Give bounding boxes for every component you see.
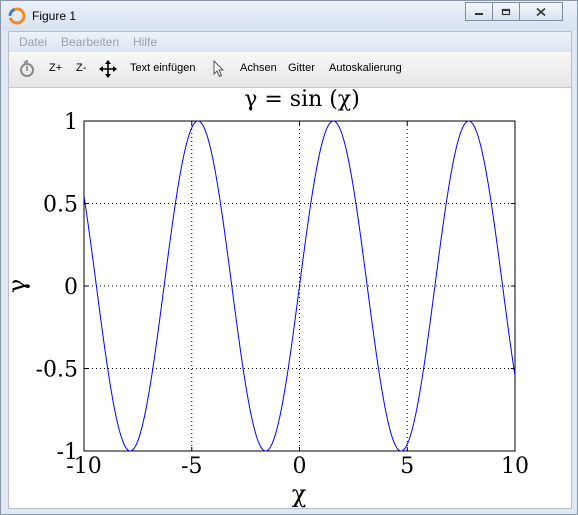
sine-plot: γ = sin (χ) -10 -5 0 5 1010.50-0.5-1 χ γ <box>3 87 529 508</box>
y-tick-label: -1 <box>57 440 78 465</box>
chart-title: γ = sin (χ) <box>244 87 360 112</box>
x-tick-label: 10 <box>501 454 529 479</box>
y-tick-label: 1 <box>64 110 78 135</box>
x-tick-label: 0 <box>293 454 307 479</box>
y-tick-label: 0 <box>64 275 78 300</box>
y-tick-label: -0.5 <box>36 358 78 383</box>
y-tick-label: 0.5 <box>43 193 78 218</box>
x-axis-label: χ <box>292 480 307 508</box>
y-axis-label: γ <box>3 279 31 293</box>
x-tick-label: -5 <box>181 454 202 479</box>
x-tick-label: 5 <box>400 454 414 479</box>
